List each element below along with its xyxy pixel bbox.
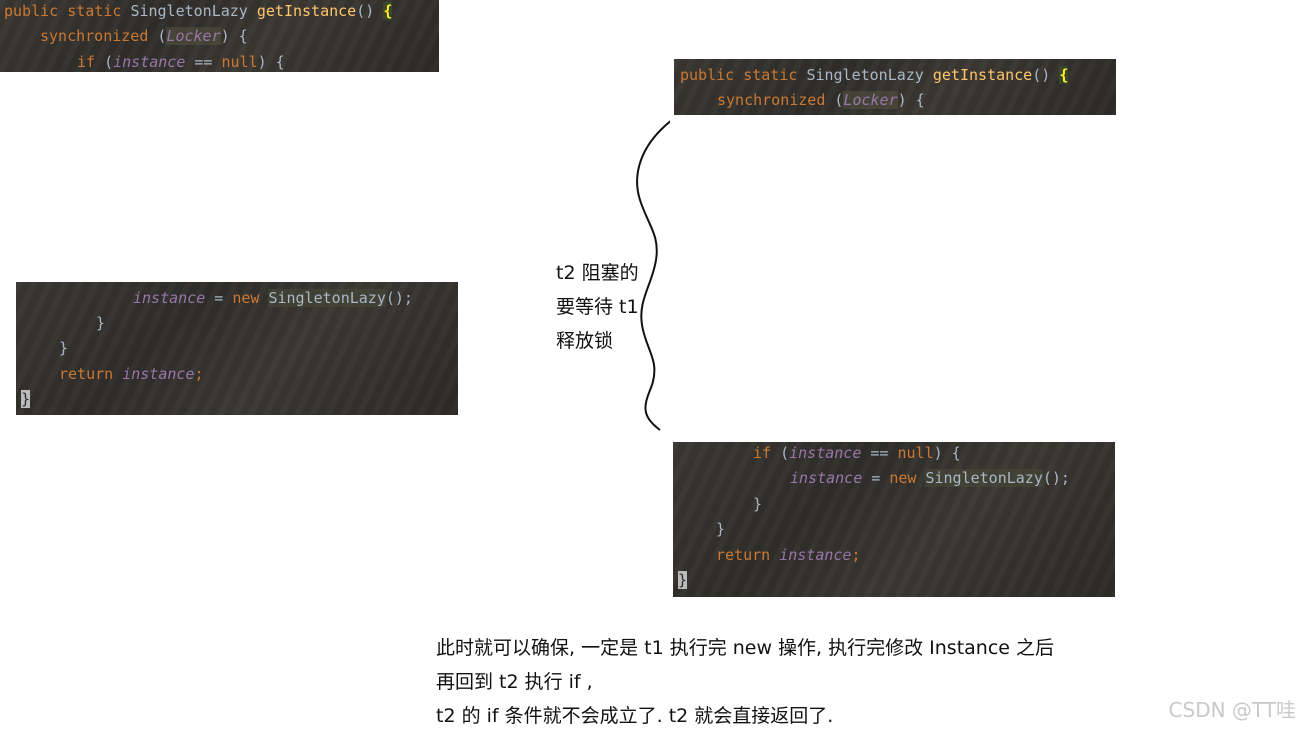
keyword: public static (4, 2, 131, 20)
paren: ) { (897, 91, 925, 109)
class-name: SingletonLazy (268, 289, 386, 307)
code-line: instance = new SingletonLazy(); (133, 288, 413, 308)
note-line: 要等待 t1 (556, 296, 639, 318)
method-name: getInstance (256, 2, 357, 20)
keyword: synchronized (40, 27, 158, 45)
call-end: (); (385, 289, 413, 307)
explanation-text: 此时就可以确保, 一定是 t1 执行完 new 操作, 执行完修改 Instan… (436, 631, 1054, 733)
code-line: } (96, 313, 105, 333)
instance-variable: instance (133, 289, 206, 307)
instance-variable: instance (790, 469, 863, 487)
brace-stroke (636, 120, 670, 431)
code-line: public static SingletonLazy getInstance(… (680, 65, 1069, 85)
method-name: getInstance (932, 66, 1033, 84)
brace: { (1059, 66, 1069, 84)
code-snippet-mid-left: instance = new SingletonLazy(); } } retu… (16, 282, 458, 415)
brace: } (678, 571, 688, 589)
explanation-line: 此时就可以确保, 一定是 t1 执行完 new 操作, 执行完修改 Instan… (436, 637, 1055, 659)
code-snippet-bottom-right: if (instance == null) { instance = new S… (673, 442, 1115, 597)
code-line: return instance; (716, 545, 861, 565)
paren: ) { (257, 53, 285, 71)
keyword: new (889, 469, 926, 487)
code-line: } (753, 494, 762, 514)
code-snippet-top-right: public static SingletonLazy getInstance(… (674, 59, 1116, 115)
code-line: instance = new SingletonLazy(); (790, 468, 1070, 488)
brace: } (21, 390, 31, 408)
locker-variable: Locker (843, 91, 898, 109)
note-line: 释放锁 (556, 330, 614, 352)
code-line: } (59, 338, 68, 358)
code-line: } (678, 570, 688, 590)
keyword: return (716, 546, 780, 564)
keyword: return (59, 365, 123, 383)
keyword: synchronized (717, 91, 835, 109)
paren: ( (104, 53, 114, 71)
brace: } (59, 339, 69, 357)
keyword: if (753, 444, 781, 462)
keyword: public static (680, 66, 807, 84)
brace: } (716, 520, 726, 538)
code-line: if (instance == null) { (753, 443, 961, 463)
brace: { (383, 2, 393, 20)
semicolon: ; (851, 546, 861, 564)
keyword: if (77, 53, 105, 71)
explanation-line: 再回到 t2 执行 if , (436, 671, 593, 693)
paren: ) { (933, 444, 961, 462)
instance-variable: instance (113, 53, 186, 71)
operator: = (862, 469, 890, 487)
code-line: } (21, 389, 31, 409)
paren: ) { (220, 27, 248, 45)
code-line: synchronized (Locker) { (40, 26, 248, 46)
explanation-line: t2 的 if 条件就不会成立了. t2 就会直接返回了. (436, 705, 834, 727)
class-name: SingletonLazy (925, 469, 1043, 487)
code-line: public static SingletonLazy getInstance(… (4, 1, 393, 21)
brace: } (753, 495, 763, 513)
class-name: SingletonLazy (806, 66, 933, 84)
keyword: null (221, 53, 258, 71)
parens: () (356, 2, 384, 20)
instance-variable: instance (789, 444, 862, 462)
keyword: null (897, 444, 934, 462)
instance-variable: instance (122, 365, 195, 383)
semicolon: ; (194, 365, 204, 383)
t2-blocked-note: t2 阻塞的 要等待 t1 释放锁 (556, 256, 639, 358)
locker-variable: Locker (166, 27, 221, 45)
note-line: t2 阻塞的 (556, 262, 639, 284)
code-line: synchronized (Locker) { (717, 90, 925, 110)
brace: } (96, 314, 106, 332)
code-line: } (716, 519, 725, 539)
code-snippet-top-left: public static SingletonLazy getInstance(… (0, 0, 439, 72)
watermark: CSDN @TT哇 (1168, 698, 1296, 722)
operator: = (205, 289, 233, 307)
paren: ( (780, 444, 790, 462)
parens: () (1032, 66, 1060, 84)
operator: == (185, 53, 222, 71)
operator: == (861, 444, 898, 462)
call-end: (); (1042, 469, 1070, 487)
code-line: if (instance == null) { (77, 52, 285, 72)
instance-variable: instance (779, 546, 852, 564)
code-line: return instance; (59, 364, 204, 384)
class-name: SingletonLazy (130, 2, 257, 20)
keyword: new (232, 289, 269, 307)
